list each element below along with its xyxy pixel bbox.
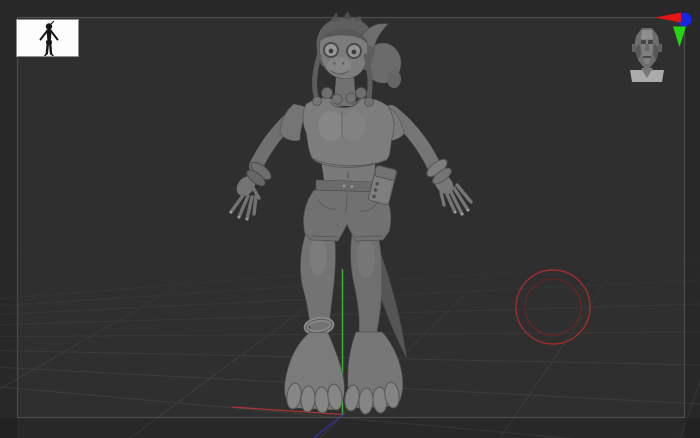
gizmo-x-arrow-icon[interactable] xyxy=(655,12,681,23)
character-model[interactable] xyxy=(229,11,473,415)
thigh-highlight-right xyxy=(357,238,375,278)
head-icon-ear xyxy=(632,44,636,52)
scene-canvas[interactable] xyxy=(0,0,700,438)
nostril xyxy=(341,62,345,65)
pose-thumbnail-figure-icon xyxy=(39,20,59,56)
chest-highlight xyxy=(340,111,366,141)
muzzle xyxy=(327,57,351,75)
nostril xyxy=(333,62,336,65)
ear-lobe[interactable] xyxy=(387,70,401,88)
pose-thumbnail[interactable] xyxy=(16,19,79,57)
viewport-3d[interactable] xyxy=(0,0,700,438)
head-icon-mouth xyxy=(643,56,651,58)
waist-button xyxy=(341,183,347,189)
thigh-highlight-left xyxy=(309,236,327,276)
gizmo-y-arrow-icon[interactable] xyxy=(673,26,686,48)
axis-gizmo[interactable] xyxy=(650,8,694,52)
waist-button xyxy=(349,184,355,190)
braid-bead xyxy=(364,97,374,107)
braid-bead xyxy=(312,96,322,106)
